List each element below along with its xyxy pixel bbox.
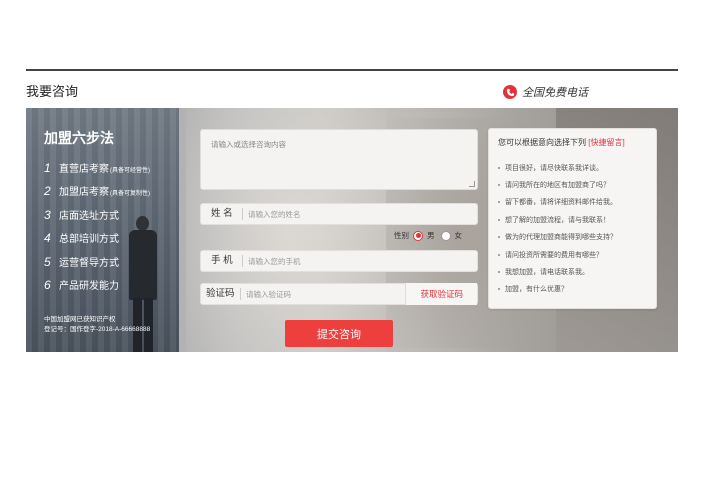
quick-message-item[interactable]: 项目很好，请尽快联系我详谈。 [498, 159, 656, 176]
steps-list: 1 直营店考察 (具备可经营性) 2 加盟店考察 (具备可复制性) 3 店面选址方式 4总… [44, 160, 150, 300]
quick-message-list: 项目很好，请尽快联系我详谈。 请问我所在的地区有加盟商了吗？ 留下都番，请将详细… [489, 159, 656, 298]
consult-content-textarea[interactable]: 请输入或选择咨询内容 [200, 129, 478, 190]
quick-message-header: 您可以根据意向选择下列 [快捷留言] [498, 138, 625, 147]
copyright-note: 中国加盟网已获知识产权 登记号：国作登字-2018-A-66668888 [44, 316, 151, 333]
code-label: 验证码 [201, 288, 241, 300]
step-item: 6 产品研发能力 [44, 277, 119, 292]
code-input[interactable]: 请输入验证码 [241, 289, 405, 300]
name-label: 姓 名 [201, 208, 243, 220]
gender-female-radio[interactable] [440, 230, 451, 241]
quick-message-item[interactable]: 加盟，有什么优惠？ [498, 281, 656, 298]
name-input[interactable]: 请输入您的姓名 [243, 209, 477, 220]
quick-message-item[interactable]: 我想加盟，请电话联系我。 [498, 263, 656, 280]
gender-male-label: 男 [427, 231, 435, 240]
steps-title: 加盟六步法 [44, 130, 114, 146]
phone-input[interactable]: 请输入您的手机 [243, 256, 477, 267]
quick-message-item[interactable]: 留下都番，请将详细资料邮件给我。 [498, 194, 656, 211]
submit-button[interactable]: 提交咨询 [285, 320, 393, 347]
name-field[interactable]: 姓 名 请输入您的姓名 [200, 203, 478, 225]
phone-field[interactable]: 手 机 请输入您的手机 [200, 250, 478, 272]
top-divider [26, 69, 678, 71]
gender-selector: 性别 男 女 [394, 230, 462, 241]
quick-message-link[interactable]: [快捷留言] [588, 138, 624, 147]
code-field[interactable]: 验证码 请输入验证码 获取验证码 [200, 283, 478, 305]
hotline-label: 全国免费电话 [522, 87, 588, 99]
step-item: 2 加盟店考察 (具备可复制性) [44, 184, 150, 199]
quick-message-item[interactable]: 想了解的加盟流程，请与我联系！ [498, 211, 656, 228]
gender-label: 性别 [394, 231, 409, 240]
quick-message-panel: 您可以根据意向选择下列 [快捷留言] 项目很好，请尽快联系我详谈。 请问我所在的… [488, 128, 657, 309]
consult-banner: 加盟六步法 1 直营店考察 (具备可经营性) 2 加盟店考察 (具备可复制性) 3 店面选… [26, 108, 678, 352]
step-item: 1 直营店考察 (具备可经营性) [44, 161, 150, 175]
phone-icon [503, 85, 517, 99]
resize-handle[interactable] [469, 181, 475, 187]
gender-female-label: 女 [454, 231, 463, 240]
gender-male-radio[interactable] [413, 230, 423, 241]
step-item: 5 运营督导方式 [44, 254, 119, 269]
quick-message-item[interactable]: 请问我所在的地区有加盟商了吗？ [498, 176, 656, 193]
phone-label: 手 机 [201, 255, 243, 267]
quick-message-item[interactable]: 做为的代理加盟商能得到哪些支持？ [498, 229, 656, 246]
step-item: 4 总部培训方式 [44, 231, 119, 246]
quick-message-item[interactable]: 请问投资所需要的费用有哪些？ [498, 246, 656, 263]
hotline: 全国免费电话 [503, 84, 588, 100]
step-item: 3 店面选址方式 [44, 207, 119, 222]
section-title: 我要咨询 [26, 84, 79, 99]
get-code-button[interactable]: 获取验证码 [405, 283, 477, 305]
franchise-steps-panel: 加盟六步法 1 直营店考察 (具备可经营性) 2 加盟店考察 (具备可复制性) 3 店面选… [26, 108, 179, 352]
